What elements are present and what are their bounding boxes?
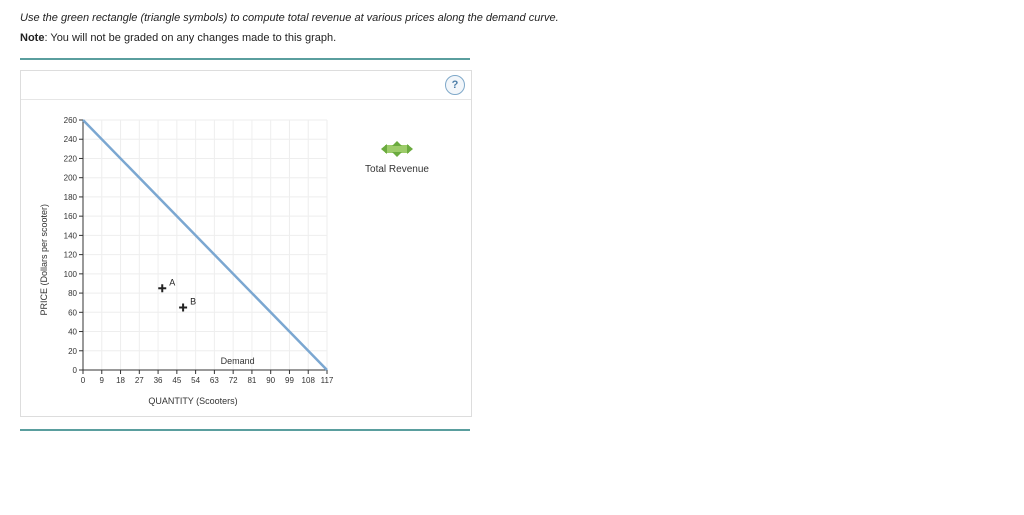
svg-text:99: 99 (285, 376, 294, 385)
svg-text:54: 54 (191, 376, 200, 385)
plot-column: PRICE (Dollars per scooter) 0 9 18 27 36 45 54… (39, 114, 333, 406)
svg-text:240: 240 (64, 135, 78, 144)
svg-text:200: 200 (64, 174, 78, 183)
svg-text:72: 72 (229, 376, 238, 385)
svg-text:B: B (190, 297, 196, 307)
graph-body: PRICE (Dollars per scooter) 0 9 18 27 36 45 54… (21, 100, 471, 408)
svg-text:40: 40 (68, 328, 77, 337)
svg-text:260: 260 (64, 116, 78, 125)
svg-text:108: 108 (302, 376, 316, 385)
svg-text:63: 63 (210, 376, 219, 385)
svg-text:140: 140 (64, 231, 78, 240)
svg-text:60: 60 (68, 308, 77, 317)
svg-text:120: 120 (64, 251, 78, 260)
svg-text:Demand: Demand (221, 356, 255, 366)
total-revenue-tool-icon[interactable] (377, 140, 417, 158)
instructions-text: Use the green rectangle (triangle symbol… (20, 12, 1004, 24)
legend-column: Total Revenue (333, 114, 461, 406)
svg-text:80: 80 (68, 289, 77, 298)
x-axis-label: QUANTITY (Scooters) (148, 396, 237, 406)
svg-text:180: 180 (64, 193, 78, 202)
legend-total-revenue-label: Total Revenue (365, 164, 429, 175)
help-icon[interactable]: ? (445, 75, 465, 95)
svg-text:90: 90 (266, 376, 275, 385)
divider-top (20, 58, 470, 60)
svg-text:160: 160 (64, 212, 78, 221)
svg-text:0: 0 (81, 376, 86, 385)
svg-text:9: 9 (100, 376, 105, 385)
svg-text:45: 45 (172, 376, 181, 385)
svg-text:27: 27 (135, 376, 144, 385)
svg-text:81: 81 (247, 376, 256, 385)
graph-toolbar: ? (21, 71, 471, 100)
svg-text:100: 100 (64, 270, 78, 279)
graph-panel: ? PRICE (Dollars per scooter) 0 9 18 27 36 45… (20, 70, 472, 417)
divider-bottom (20, 429, 470, 431)
note-body: : You will not be graded on any changes … (44, 32, 336, 44)
demand-chart[interactable]: 0 9 18 27 36 45 54 63 72 81 90 99 108 117 0 20 40 60 80 100… (53, 114, 333, 394)
note-text: Note: You will not be graded on any chan… (20, 32, 1004, 44)
svg-text:117: 117 (321, 376, 333, 385)
svg-text:36: 36 (154, 376, 163, 385)
svg-text:220: 220 (64, 154, 78, 163)
note-label: Note (20, 32, 44, 44)
svg-text:20: 20 (68, 347, 77, 356)
svg-text:18: 18 (116, 376, 125, 385)
svg-text:A: A (169, 277, 175, 287)
y-axis-label: PRICE (Dollars per scooter) (39, 204, 49, 316)
svg-text:0: 0 (73, 366, 78, 375)
